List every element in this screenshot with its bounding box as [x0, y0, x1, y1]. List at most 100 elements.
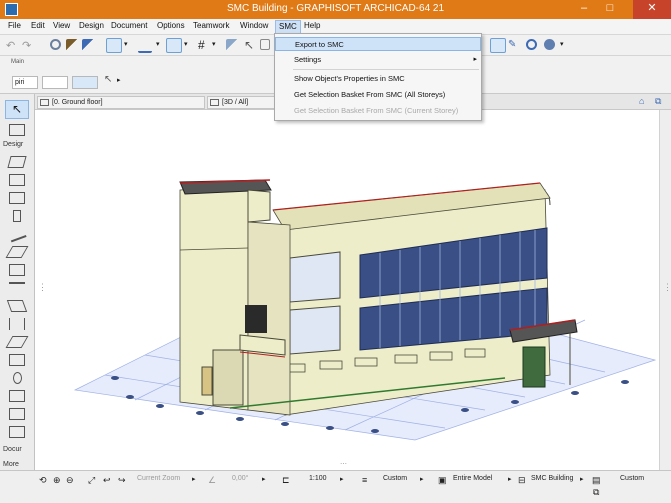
mesh-tool-icon[interactable] — [9, 426, 25, 438]
railing-tool-icon[interactable] — [9, 282, 25, 294]
arrow-cursor-icon[interactable]: ↖ — [244, 38, 258, 52]
pick-up-icon[interactable] — [66, 39, 80, 53]
slab-tool-icon[interactable] — [5, 246, 29, 258]
pen-set-field[interactable]: Custom — [620, 475, 644, 482]
column-tool-icon[interactable] — [13, 210, 21, 222]
next-zoom-icon[interactable]: ↪ — [118, 475, 126, 486]
left-panel-handle-icon[interactable]: ⋮ — [38, 282, 47, 293]
fit-window-icon[interactable]: ⤢ — [88, 475, 95, 486]
zoom-out-icon[interactable]: ⊖ — [66, 475, 74, 486]
marquee-icon[interactable] — [260, 39, 270, 50]
pencil-icon[interactable]: ✎ — [508, 39, 522, 53]
maximize-button[interactable]: □ — [597, 0, 623, 19]
menu-file[interactable]: File — [8, 21, 21, 30]
angle-field[interactable]: 0,00° — [232, 475, 248, 482]
grid-icon[interactable]: # — [198, 38, 212, 52]
layer-combination-field[interactable]: Custom — [383, 475, 407, 482]
3d-viewport[interactable]: ⋮ ⋯ — [35, 110, 659, 470]
close-button[interactable]: ✕ — [633, 0, 671, 19]
curtain-wall-tool-icon[interactable] — [9, 354, 25, 366]
previous-zoom-icon[interactable]: ↩ — [103, 475, 111, 486]
3d-grid-icon[interactable] — [490, 38, 506, 53]
3d-view-icon — [210, 99, 219, 106]
zone-tool-icon[interactable] — [9, 408, 25, 420]
menu-edit[interactable]: Edit — [31, 21, 45, 30]
magic-wand-icon[interactable] — [226, 39, 240, 53]
chevron-right-icon[interactable]: ▸ — [192, 475, 196, 483]
current-zoom-field[interactable]: Current Zoom — [137, 475, 180, 482]
layout-icon[interactable]: ⧉ — [655, 96, 661, 107]
navigator-icon[interactable]: ⌂ — [639, 96, 644, 106]
guide-lines-icon[interactable] — [138, 39, 152, 53]
chevron-down-icon[interactable]: ▾ — [124, 40, 138, 54]
chevron-right-icon[interactable]: ▸ — [508, 475, 512, 483]
model-view-field[interactable]: Entire Model — [453, 475, 492, 482]
minimize-button[interactable]: – — [571, 0, 597, 19]
chevron-right-icon[interactable]: ▸ — [340, 475, 344, 483]
menu-design[interactable]: Design — [79, 21, 104, 30]
right-panel-handle-icon[interactable]: ⋮ — [663, 282, 671, 293]
window-tool-icon[interactable] — [9, 192, 25, 204]
morph-tool-icon[interactable] — [5, 336, 29, 348]
chevron-down-icon[interactable]: ▾ — [212, 40, 226, 54]
orbit-icon[interactable] — [526, 39, 537, 50]
geometry-field[interactable] — [42, 76, 68, 89]
smc-dropdown-menu: Export to SMC Settings ▸ Show Object's P… — [274, 33, 482, 121]
renovation-icon: ⊟ — [518, 475, 526, 485]
angle-icon: ∠ — [208, 475, 217, 485]
menu-window[interactable]: Window — [240, 21, 268, 30]
beam-tool-icon[interactable] — [7, 225, 27, 243]
stair-tool-icon[interactable] — [9, 264, 25, 276]
door-tool-icon[interactable] — [9, 174, 25, 186]
trace-icon[interactable] — [166, 38, 182, 53]
chevron-right-icon[interactable]: ▸ — [262, 475, 266, 483]
chevron-down-icon[interactable]: ▾ — [560, 40, 574, 54]
menu-item-show-object-properties[interactable]: Show Object's Properties in SMC — [275, 72, 481, 86]
zoom-in-out-icon[interactable]: ⟲ — [39, 475, 47, 486]
menu-teamwork[interactable]: Teamwork — [193, 21, 229, 30]
explore-icon[interactable] — [544, 39, 555, 50]
menu-options[interactable]: Options — [157, 21, 185, 30]
shell-tool-icon[interactable] — [9, 318, 25, 330]
menu-help[interactable]: Help — [304, 21, 320, 30]
renovation-filter-field[interactable]: SMC Building — [531, 475, 573, 482]
zoom-icon[interactable]: ⊕ — [53, 475, 61, 486]
rotate-field[interactable] — [72, 76, 98, 89]
menu-smc[interactable]: SMC — [275, 20, 301, 34]
roof-tool-icon[interactable] — [6, 300, 28, 312]
arrow-tool[interactable]: ↖ — [5, 100, 29, 119]
menu-document[interactable]: Document — [111, 21, 147, 30]
undo-icon[interactable]: ↶ — [6, 39, 20, 53]
bottom-panel-handle-icon[interactable]: ⋯ — [340, 460, 347, 468]
status-bar: ⟲ ⊕ ⊖ ⤢ ↩ ↪ Current Zoom ▸ ∠ 0,00° ▸ ⊏ 1… — [0, 470, 671, 503]
tab-ground-floor[interactable]: [0. Ground floor] — [37, 96, 205, 109]
redo-icon[interactable]: ↷ — [22, 39, 36, 53]
pen-set-icon: ▤ — [592, 475, 601, 485]
menu-item-settings[interactable]: Settings ▸ — [275, 53, 481, 67]
chevron-right-icon[interactable]: ▸ — [580, 475, 584, 483]
display-options-icon[interactable]: ⧉ — [593, 487, 599, 498]
menu-item-get-basket-all-storeys[interactable]: Get Selection Basket From SMC (All Store… — [275, 88, 481, 102]
stair-tower — [179, 179, 291, 416]
chevron-down-icon[interactable]: ▾ — [184, 40, 198, 54]
grid-snap-icon[interactable] — [106, 38, 122, 53]
menu-view[interactable]: View — [53, 21, 70, 30]
arrow-cursor-icon[interactable]: ↖ — [104, 74, 118, 88]
scale-field[interactable]: 1:100 — [309, 475, 327, 482]
tab-3d-all-label: [3D / All] — [222, 99, 249, 106]
wall-tool-icon[interactable] — [7, 156, 27, 168]
arrow-tool-icon: ↖ — [12, 102, 23, 116]
chevron-right-icon[interactable]: ▸ — [420, 475, 424, 483]
menu-item-export-to-smc[interactable]: Export to SMC — [275, 37, 481, 51]
find-select-icon[interactable] — [50, 39, 61, 50]
submenu-arrow-icon: ▸ — [473, 56, 477, 63]
chevron-right-icon[interactable]: ▸ — [117, 76, 131, 90]
layer-field[interactable]: piri — [12, 76, 38, 89]
inject-icon[interactable] — [82, 39, 96, 53]
model-view-icon: ▣ — [438, 475, 447, 485]
document-section-label: Docur — [3, 446, 22, 453]
marquee-tool-icon[interactable] — [9, 124, 25, 136]
lamp-tool-icon[interactable] — [9, 390, 25, 402]
object-tool-icon[interactable] — [13, 372, 22, 384]
right-panel-edge: ⋮ — [659, 110, 671, 470]
